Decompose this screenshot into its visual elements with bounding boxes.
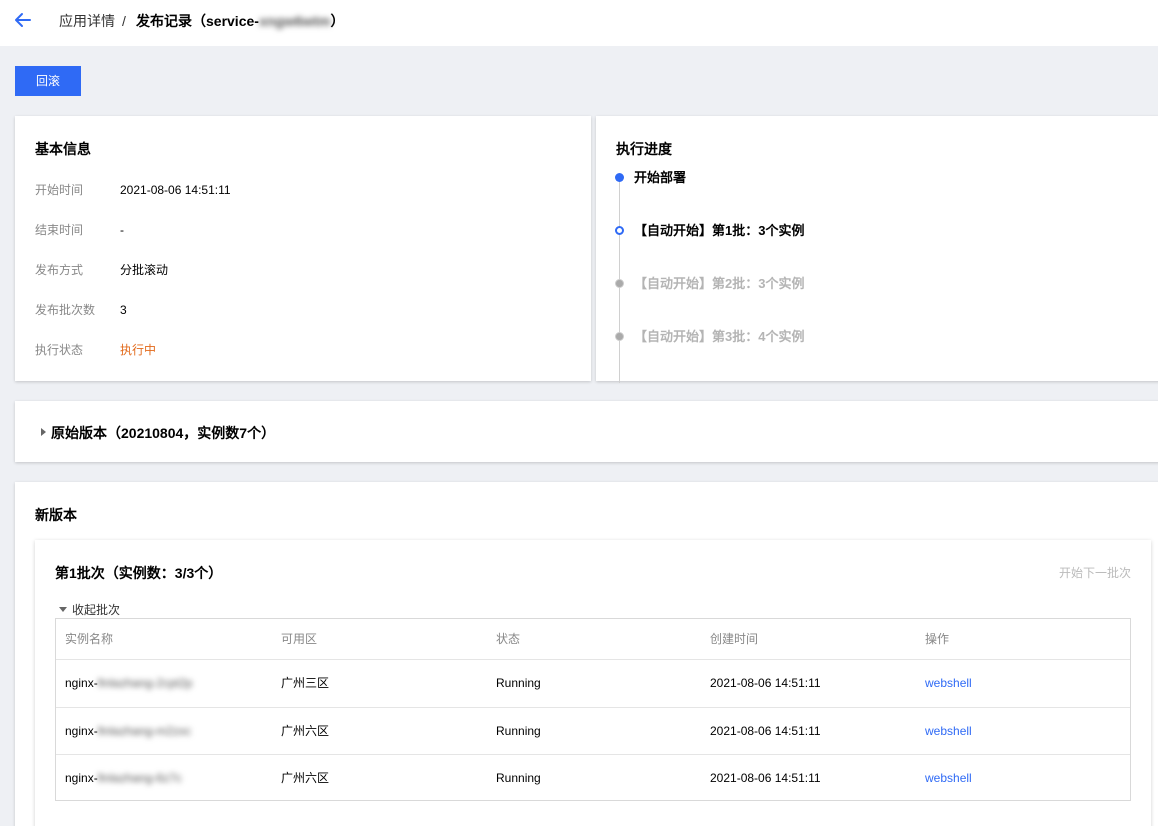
info-label: 发布方式 [35, 263, 84, 277]
instance-name-blurred: finlazhang-2cpt2p [97, 676, 193, 690]
info-value: - [120, 223, 124, 237]
instance-status: Running [496, 771, 541, 785]
batch-card: 第1批次（实例数：3/3个） 开始下一批次 收起批次 实例名称 可用区 状态 创… [35, 540, 1151, 826]
original-version-title[interactable]: 原始版本（20210804，实例数7个） [51, 423, 275, 443]
caret-down-icon [59, 607, 67, 613]
info-value: 3 [120, 303, 127, 317]
instance-created: 2021-08-06 14:51:11 [710, 724, 821, 738]
instance-name: nginx-finlazhang-m2zxc [65, 708, 191, 755]
webshell-link[interactable]: webshell [925, 660, 972, 707]
service-id-blurred: xngw6wtm [258, 13, 331, 29]
instance-name-prefix: nginx- [65, 676, 98, 690]
batch-title: 第1批次（实例数：3/3个） [55, 565, 223, 581]
info-label: 开始时间 [35, 183, 84, 197]
step-label: 【自动开始】第1批：3个实例 [634, 223, 805, 238]
step-done-dot-icon [615, 173, 624, 182]
instance-name-blurred: finlazhang-6z7c [97, 771, 182, 785]
col-header-action: 操作 [925, 632, 950, 646]
progress-card: 执行进度 开始部署 【自动开始】第1批：3个实例 【自动开始】第2批：3个实例 … [596, 116, 1158, 383]
instance-name-prefix: nginx- [65, 771, 98, 785]
collapse-batch-toggle[interactable]: 收起批次 [59, 601, 120, 618]
webshell-link[interactable]: webshell [925, 755, 972, 802]
new-version-card: 新版本 第1批次（实例数：3/3个） 开始下一批次 收起批次 实例名称 可用区 … [15, 482, 1158, 826]
status-value: 执行中 [120, 343, 157, 357]
info-label: 发布批次数 [35, 303, 96, 317]
info-label: 执行状态 [35, 343, 84, 357]
progress-title: 执行进度 [616, 141, 672, 157]
arrow-left-icon[interactable] [12, 9, 34, 31]
instance-name-prefix: nginx- [65, 724, 98, 738]
table-row: nginx-finlazhang-m2zxc 广州六区 Running 2021… [56, 707, 1130, 755]
step-pending-dot-icon [615, 279, 624, 288]
instance-name-blurred: finlazhang-m2zxc [97, 724, 192, 738]
step-active-dot-icon [615, 226, 624, 235]
instance-status: Running [496, 676, 541, 690]
original-version-panel[interactable]: 原始版本（20210804，实例数7个） [15, 401, 1158, 462]
col-header-zone: 可用区 [281, 632, 318, 646]
page-title: 发布记录（service-xngw6wtm） [136, 12, 345, 30]
basic-info-title: 基本信息 [35, 141, 91, 157]
instances-table: 实例名称 可用区 状态 创建时间 操作 nginx-finlazhang-2cp… [55, 618, 1131, 801]
table-row: nginx-finlazhang-2cpt2p 广州三区 Running 202… [56, 659, 1130, 707]
breadcrumb-parent[interactable]: 应用详情 [59, 12, 115, 30]
col-header-name: 实例名称 [65, 632, 114, 646]
new-version-title: 新版本 [35, 507, 77, 523]
basic-info-card: 基本信息 开始时间 2021-08-06 14:51:11 结束时间 - 发布方… [15, 116, 591, 381]
breadcrumb-separator: / [122, 13, 126, 29]
info-value: 分批滚动 [120, 263, 169, 277]
top-bar: 应用详情 / 发布记录（service-xngw6wtm） [0, 0, 1158, 46]
col-header-status: 状态 [496, 632, 521, 646]
page-title-suffix: ） [330, 13, 345, 29]
caret-right-icon[interactable] [41, 428, 46, 436]
instance-created: 2021-08-06 14:51:11 [710, 676, 821, 690]
instance-zone: 广州三区 [281, 676, 330, 690]
instance-zone: 广州六区 [281, 724, 330, 738]
info-value: 2021-08-06 14:51:11 [120, 183, 231, 197]
step-label: 开始部署 [634, 170, 687, 185]
col-header-created: 创建时间 [710, 632, 759, 646]
instance-name: nginx-finlazhang-6z7c [65, 755, 182, 802]
step-label: 【自动开始】第3批：4个实例 [634, 329, 805, 344]
rollback-button[interactable]: 回滚 [15, 66, 81, 96]
start-next-batch-button[interactable]: 开始下一批次 [1059, 564, 1131, 581]
instance-status: Running [496, 724, 541, 738]
page-title-prefix: 发布记录（service- [136, 13, 259, 29]
webshell-link[interactable]: webshell [925, 708, 972, 755]
instance-created: 2021-08-06 14:51:11 [710, 771, 821, 785]
table-row: nginx-finlazhang-6z7c 广州六区 Running 2021-… [56, 754, 1130, 802]
collapse-batch-label: 收起批次 [72, 603, 121, 617]
info-label: 结束时间 [35, 223, 84, 237]
instance-zone: 广州六区 [281, 771, 330, 785]
step-pending-dot-icon [615, 332, 624, 341]
instance-name: nginx-finlazhang-2cpt2p [65, 660, 192, 707]
step-label: 【自动开始】第2批：3个实例 [634, 276, 805, 291]
